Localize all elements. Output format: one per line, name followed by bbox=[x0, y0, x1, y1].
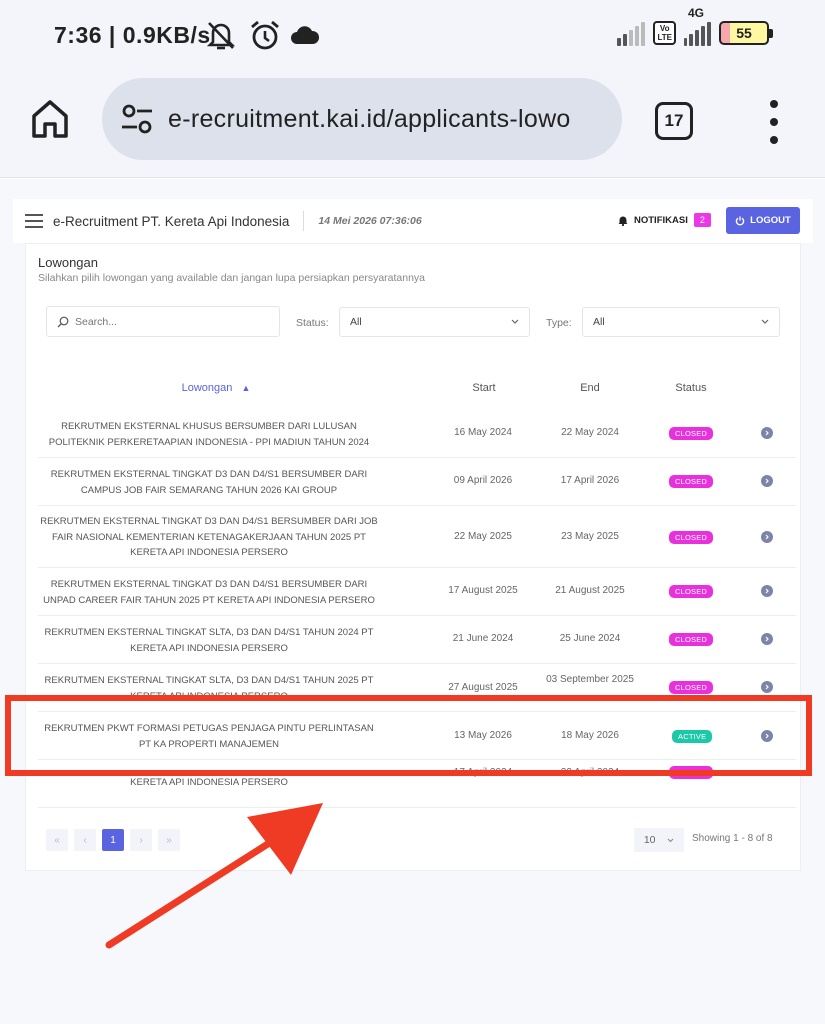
vacancy-end: 17 April 2026 bbox=[560, 475, 620, 486]
chevron-right-icon[interactable] bbox=[761, 531, 773, 543]
logout-label: LOGOUT bbox=[750, 215, 791, 226]
vacancy-end: 23 May 2025 bbox=[561, 531, 619, 542]
site-settings-icon[interactable] bbox=[120, 102, 154, 136]
vacancy-card: Lowongan Silahkan pilih lowongan yang av… bbox=[25, 243, 801, 871]
sort-up-icon: ▲ bbox=[241, 383, 251, 393]
status-badge: CLOSED bbox=[669, 531, 714, 544]
vacancy-name[interactable]: KERETA API INDONESIA PERSERO bbox=[38, 775, 380, 791]
vacancy-name[interactable]: REKRUTMEN EKSTERNAL TINGKAT D3 DAN D4/S1… bbox=[38, 467, 380, 498]
home-icon[interactable] bbox=[30, 98, 70, 140]
bell-icon bbox=[618, 216, 628, 226]
per-page-select[interactable]: 10 bbox=[634, 828, 684, 852]
url-bar[interactable]: e-recruitment.kai.id/applicants-lowo bbox=[102, 78, 622, 160]
vacancy-end: 25 June 2024 bbox=[559, 633, 621, 644]
chevron-down-icon bbox=[761, 319, 769, 324]
vacancy-name[interactable]: REKRUTMEN EKSTERNAL TINGKAT D3 DAN D4/S1… bbox=[38, 514, 380, 561]
chevron-right-icon[interactable] bbox=[761, 681, 773, 693]
browser-toolbar: e-recruitment.kai.id/applicants-lowo 17 bbox=[0, 72, 825, 178]
notification-button[interactable]: NOTIFIKASI 2 bbox=[618, 213, 711, 227]
signal-bars-sim2: 4G bbox=[684, 6, 711, 46]
search-icon bbox=[57, 316, 69, 327]
chevron-down-icon bbox=[667, 838, 674, 842]
status-select-value: All bbox=[350, 316, 362, 328]
column-header-status[interactable]: Status bbox=[636, 382, 746, 394]
battery-level: 55 bbox=[736, 25, 752, 41]
type-select[interactable]: All bbox=[582, 307, 780, 337]
highlight-box-annotation bbox=[5, 695, 812, 776]
table-row[interactable]: REKRUTMEN EKSTERNAL TINGKAT D3 DAN D4/S1… bbox=[38, 506, 796, 568]
notification-count-badge: 2 bbox=[693, 213, 711, 227]
status-badge: CLOSED bbox=[669, 585, 714, 598]
status-badge: CLOSED bbox=[669, 475, 714, 488]
table-row[interactable]: REKRUTMEN EKSTERNAL TINGKAT D3 DAN D4/S1… bbox=[38, 568, 796, 616]
status-bar: 7:36 | 0.9KB/s Vo LTE 4G 55 bbox=[0, 0, 825, 72]
column-header-lowongan[interactable]: Lowongan ▲ bbox=[146, 382, 286, 394]
vacancy-name[interactable]: REKRUTMEN EKSTERNAL KHUSUS BERSUMBER DAR… bbox=[38, 419, 380, 450]
prev-page-button[interactable]: ‹ bbox=[74, 829, 96, 851]
per-page-value: 10 bbox=[643, 834, 656, 846]
column-header-start[interactable]: Start bbox=[429, 382, 539, 394]
hamburger-menu-icon[interactable] bbox=[25, 214, 43, 228]
type-select-value: All bbox=[593, 316, 605, 328]
logout-button[interactable]: LOGOUT bbox=[726, 207, 800, 234]
network-type: 4G bbox=[688, 6, 705, 20]
status-badge: CLOSED bbox=[669, 427, 714, 440]
vacancy-start: 21 June 2024 bbox=[452, 633, 514, 644]
status-badge: CLOSED bbox=[669, 633, 714, 646]
vacancy-start: 17 August 2025 bbox=[448, 585, 518, 596]
section-subtitle: Silahkan pilih lowongan yang available d… bbox=[38, 272, 426, 284]
search-input[interactable] bbox=[75, 315, 255, 328]
header-divider bbox=[303, 211, 305, 231]
cloud-icon bbox=[291, 26, 320, 44]
chevron-right-icon[interactable] bbox=[761, 427, 773, 439]
network-speed: 0.9KB/s bbox=[122, 22, 211, 48]
vacancy-end: 03 September 2025 bbox=[546, 674, 634, 685]
app-title: e-Recruitment PT. Kereta Api Indonesia bbox=[53, 213, 290, 229]
table-row[interactable]: REKRUTMEN EKSTERNAL KHUSUS BERSUMBER DAR… bbox=[38, 410, 796, 458]
vacancy-start: 09 April 2026 bbox=[453, 475, 513, 486]
tab-count: 17 bbox=[664, 111, 684, 130]
vacancy-end: 21 August 2025 bbox=[555, 585, 625, 596]
vacancy-start: 27 August 2025 bbox=[448, 682, 518, 693]
bell-off-icon bbox=[206, 22, 236, 50]
header-datetime: 14 Mei 2026 07:36:06 bbox=[318, 215, 422, 227]
chevron-right-icon[interactable] bbox=[761, 475, 773, 487]
status-indicators: Vo LTE 4G 55 bbox=[617, 6, 773, 46]
vacancy-name[interactable]: REKRUTMEN EKSTERNAL TINGKAT SLTA, D3 DAN… bbox=[38, 625, 380, 656]
red-arrow-annotation bbox=[105, 803, 323, 949]
status-time: 7:36 | 0.9KB/s bbox=[54, 22, 211, 48]
url-text[interactable]: e-recruitment.kai.id/applicants-lowo bbox=[168, 105, 571, 134]
section-title: Lowongan bbox=[38, 255, 98, 270]
status-badge: CLOSED bbox=[669, 681, 714, 694]
table-row[interactable]: REKRUTMEN EKSTERNAL TINGKAT SLTA, D3 DAN… bbox=[38, 616, 796, 664]
column-header-end[interactable]: End bbox=[535, 382, 645, 394]
vacancy-end: 22 May 2024 bbox=[561, 427, 619, 438]
alarm-icon bbox=[251, 20, 279, 50]
volte-icon: Vo LTE bbox=[653, 21, 676, 45]
vacancy-name[interactable]: REKRUTMEN EKSTERNAL TINGKAT D3 DAN D4/S1… bbox=[38, 577, 380, 608]
tab-switcher-button[interactable]: 17 bbox=[655, 102, 693, 140]
browser-menu-icon[interactable] bbox=[766, 100, 782, 144]
chevron-down-icon bbox=[511, 319, 519, 324]
table-row[interactable]: REKRUTMEN EKSTERNAL TINGKAT D3 DAN D4/S1… bbox=[38, 458, 796, 506]
notification-label: NOTIFIKASI bbox=[634, 214, 688, 226]
first-page-button[interactable]: « bbox=[46, 829, 68, 851]
search-box[interactable] bbox=[46, 306, 280, 337]
status-filter-label: Status: bbox=[296, 317, 329, 329]
vacancy-start: 16 May 2024 bbox=[454, 427, 512, 438]
vacancy-start: 22 May 2025 bbox=[454, 531, 512, 542]
clock-text: 7:36 bbox=[54, 22, 103, 48]
column-lowongan-label: Lowongan bbox=[181, 382, 233, 394]
showing-count: Showing 1 - 8 of 8 bbox=[692, 833, 773, 844]
chevron-right-icon[interactable] bbox=[761, 633, 773, 645]
chevron-right-icon[interactable] bbox=[761, 585, 773, 597]
signal-bars-sim1 bbox=[617, 20, 646, 46]
status-select[interactable]: All bbox=[339, 307, 530, 337]
app-header: e-Recruitment PT. Kereta Api Indonesia 1… bbox=[13, 199, 813, 243]
power-icon bbox=[735, 216, 745, 225]
type-filter-label: Type: bbox=[546, 317, 572, 329]
battery-icon: 55 bbox=[719, 21, 773, 45]
